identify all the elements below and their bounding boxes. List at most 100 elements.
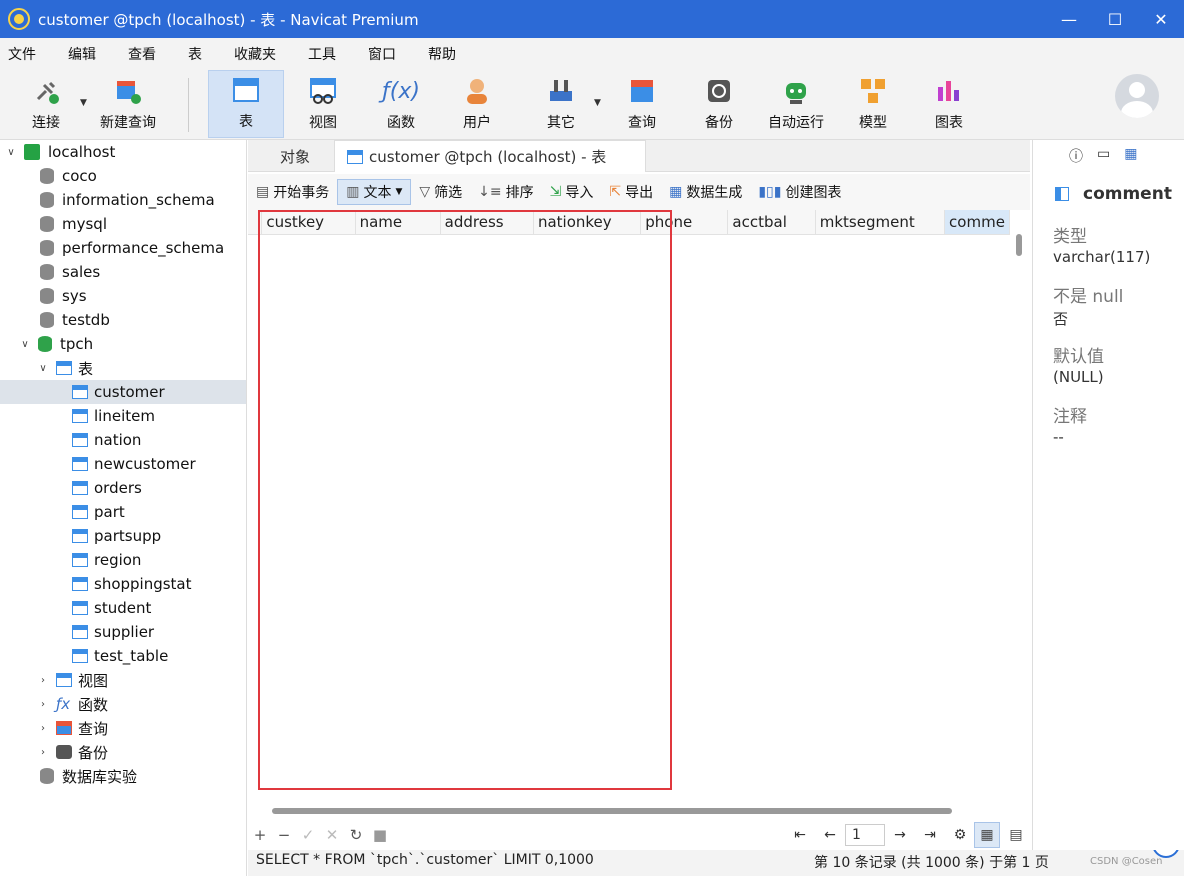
backup-button[interactable]: 备份: [690, 70, 748, 138]
first-page-icon[interactable]: ⇤: [785, 827, 815, 843]
tree-table-orders[interactable]: orders: [0, 476, 246, 500]
form-view-icon[interactable]: ▤: [1003, 822, 1029, 848]
tree-backups-node[interactable]: › 备份: [0, 740, 246, 764]
chevron-down-icon[interactable]: ∨: [4, 147, 18, 158]
chevron-down-icon[interactable]: ∨: [36, 363, 50, 374]
filter-button[interactable]: ▽ 筛选: [411, 179, 470, 205]
previous-page-icon[interactable]: ←: [815, 827, 845, 843]
chevron-right-icon[interactable]: ›: [36, 747, 50, 758]
tree-tables-node[interactable]: ∨ 表: [0, 356, 246, 380]
tree-table-lineitem[interactable]: lineitem: [0, 404, 246, 428]
close-button[interactable]: ✕: [1138, 0, 1184, 38]
settings-gear-icon[interactable]: ⚙: [945, 827, 975, 843]
last-page-icon[interactable]: ⇥: [915, 827, 945, 843]
chevron-right-icon[interactable]: ›: [36, 699, 50, 710]
menu-view[interactable]: 查看: [112, 44, 172, 64]
begin-transaction-button[interactable]: ▤ 开始事务: [248, 179, 337, 205]
auto-run-button[interactable]: 自动运行: [760, 70, 832, 138]
tree-db-performance-schema[interactable]: performance_schema: [0, 236, 246, 260]
data-generation-button[interactable]: ▦ 数据生成: [661, 179, 750, 205]
column-header[interactable]: custkey: [261, 210, 356, 235]
menu-window[interactable]: 窗口: [352, 44, 412, 64]
status-bar: SELECT * FROM `tpch`.`customer` LIMIT 0,…: [248, 850, 1184, 876]
table-button[interactable]: 表: [208, 70, 284, 138]
tree-table-part[interactable]: part: [0, 500, 246, 524]
column-header[interactable]: name: [355, 210, 441, 235]
tree-table-nation[interactable]: nation: [0, 428, 246, 452]
tree-db-coco[interactable]: coco: [0, 164, 246, 188]
tree-table-shoppingstat[interactable]: shoppingstat: [0, 572, 246, 596]
tree-table-newcustomer[interactable]: newcustomer: [0, 452, 246, 476]
user-button[interactable]: 用户: [446, 70, 508, 138]
menu-favorites[interactable]: 收藏夹: [218, 44, 292, 64]
tree-db-mysql[interactable]: mysql: [0, 212, 246, 236]
tree-db-testdb[interactable]: testdb: [0, 308, 246, 332]
query-button[interactable]: 查询: [612, 70, 672, 138]
query-icon: [627, 76, 657, 106]
vertical-scrollbar[interactable]: [1016, 234, 1022, 256]
tree-table-supplier[interactable]: supplier: [0, 620, 246, 644]
chevron-right-icon[interactable]: ›: [36, 675, 50, 686]
chart-button[interactable]: 图表: [918, 70, 980, 138]
chevron-right-icon[interactable]: ›: [36, 723, 50, 734]
info-icon[interactable]: ⓘ: [1069, 146, 1083, 166]
menu-tools[interactable]: 工具: [292, 44, 352, 64]
tab-customer-table[interactable]: customer @tpch (localhost) - 表: [334, 140, 646, 172]
menu-table[interactable]: 表: [172, 44, 218, 64]
grid-view-icon[interactable]: ▦: [974, 822, 1000, 848]
minimize-button[interactable]: —: [1046, 0, 1092, 38]
apply-changes-icon[interactable]: ✓: [296, 826, 320, 844]
tree-table-partsupp[interactable]: partsupp: [0, 524, 246, 548]
tree-table-region[interactable]: region: [0, 548, 246, 572]
tab-objects[interactable]: 对象: [268, 140, 322, 172]
tree-table-test-table[interactable]: test_table: [0, 644, 246, 668]
other-button[interactable]: 其它: [530, 70, 592, 138]
next-page-icon[interactable]: →: [885, 827, 915, 843]
other-dropdown-icon[interactable]: ▼: [594, 98, 601, 108]
page-number-input[interactable]: 1: [845, 824, 885, 846]
tree-db-information-schema[interactable]: information_schema: [0, 188, 246, 212]
tree-server-localhost[interactable]: ∨ localhost: [0, 140, 246, 164]
column-header[interactable]: nationkey: [533, 210, 642, 235]
column-header[interactable]: comme: [944, 210, 1010, 235]
refresh-icon[interactable]: ↻: [344, 826, 368, 844]
horizontal-scrollbar[interactable]: [272, 808, 952, 814]
view-button[interactable]: 视图: [290, 70, 356, 138]
tree-functions-node[interactable]: › ƒx 函数: [0, 692, 246, 716]
tree-db-tpch[interactable]: ∨ tpch: [0, 332, 246, 356]
sort-button[interactable]: ↓≡ 排序: [470, 179, 541, 205]
tree-table-student[interactable]: student: [0, 596, 246, 620]
tree-db-sys[interactable]: sys: [0, 284, 246, 308]
add-record-icon[interactable]: +: [248, 826, 272, 844]
delete-record-icon[interactable]: −: [272, 826, 296, 844]
column-header[interactable]: phone: [640, 210, 729, 235]
column-header[interactable]: acctbal: [727, 210, 816, 235]
grid-layout-icon[interactable]: ▦: [1124, 146, 1137, 166]
stop-icon[interactable]: ■: [368, 826, 392, 844]
tree-db-sales[interactable]: sales: [0, 260, 246, 284]
connect-dropdown-icon[interactable]: ▼: [80, 98, 87, 108]
create-chart-button[interactable]: ▮▯▮ 创建图表: [750, 179, 849, 205]
tree-queries-node[interactable]: › 查询: [0, 716, 246, 740]
menu-edit[interactable]: 编辑: [52, 44, 112, 64]
tree-table-customer[interactable]: customer: [0, 380, 246, 404]
column-header[interactable]: address: [440, 210, 534, 235]
function-button[interactable]: ƒ(x) 函数: [368, 70, 434, 138]
ddl-icon[interactable]: ▭: [1097, 146, 1110, 166]
model-button[interactable]: 模型: [842, 70, 904, 138]
maximize-button[interactable]: ☐: [1092, 0, 1138, 38]
connect-button[interactable]: 连接: [14, 70, 78, 138]
export-button[interactable]: ⇱ 导出: [601, 179, 661, 205]
database-icon: [40, 312, 54, 328]
menu-file[interactable]: 文件: [0, 44, 52, 64]
menu-help[interactable]: 帮助: [412, 44, 472, 64]
new-query-button[interactable]: 新建查询: [92, 70, 164, 138]
text-button[interactable]: ▥ 文本 ▼: [337, 179, 412, 205]
chevron-down-icon[interactable]: ∨: [18, 339, 32, 350]
discard-changes-icon[interactable]: ✕: [320, 826, 344, 844]
user-avatar[interactable]: [1115, 74, 1159, 118]
column-header[interactable]: mktsegment: [815, 210, 946, 235]
tree-views-node[interactable]: › 视图: [0, 668, 246, 692]
import-button[interactable]: ⇲ 导入: [542, 179, 602, 205]
tree-db-experiment[interactable]: 数据库实验: [0, 764, 246, 788]
